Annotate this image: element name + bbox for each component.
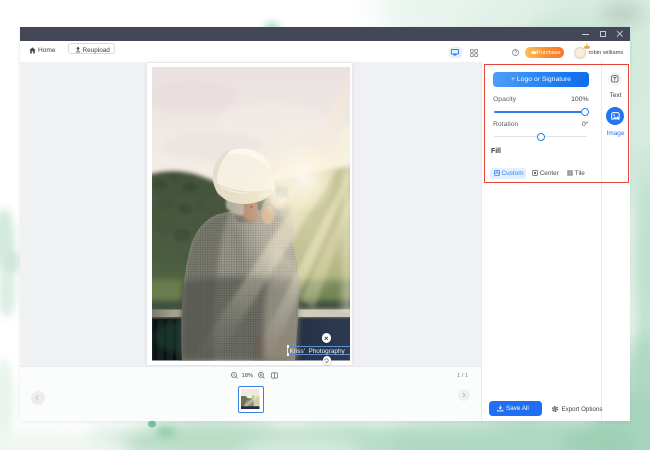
svg-text:?: ? — [513, 50, 516, 56]
